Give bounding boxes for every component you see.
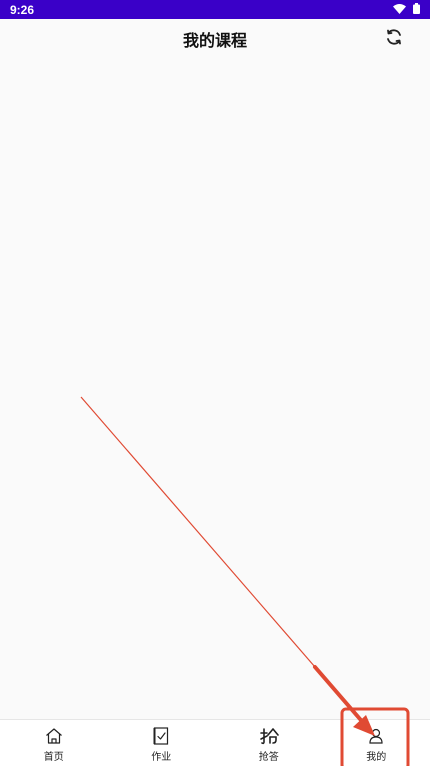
refresh-button[interactable]	[383, 28, 405, 50]
bottom-tab-bar: 首页 作业 抢答 我的	[0, 719, 430, 766]
homework-icon	[150, 726, 172, 746]
refresh-icon	[385, 28, 403, 50]
wifi-icon	[393, 3, 406, 17]
tab-label: 首页	[43, 751, 64, 763]
page-title: 我的课程	[182, 31, 247, 50]
battery-icon	[413, 2, 420, 17]
status-bar: 9:26	[0, 0, 430, 19]
tab-quick-answer[interactable]: 抢答	[215, 720, 323, 766]
title-bar: 我的课程	[0, 19, 430, 59]
home-icon	[43, 726, 65, 746]
course-list-area	[0, 59, 430, 719]
tab-profile[interactable]: 我的	[323, 720, 430, 766]
tab-homework[interactable]: 作业	[108, 720, 216, 766]
tab-label: 作业	[151, 751, 172, 763]
tab-label: 抢答	[258, 751, 279, 763]
profile-icon	[365, 726, 387, 746]
status-icons	[393, 2, 420, 17]
status-time: 9:26	[10, 2, 35, 17]
quick-answer-icon	[258, 726, 280, 746]
tab-label: 我的	[366, 751, 387, 763]
tab-home[interactable]: 首页	[0, 720, 108, 766]
